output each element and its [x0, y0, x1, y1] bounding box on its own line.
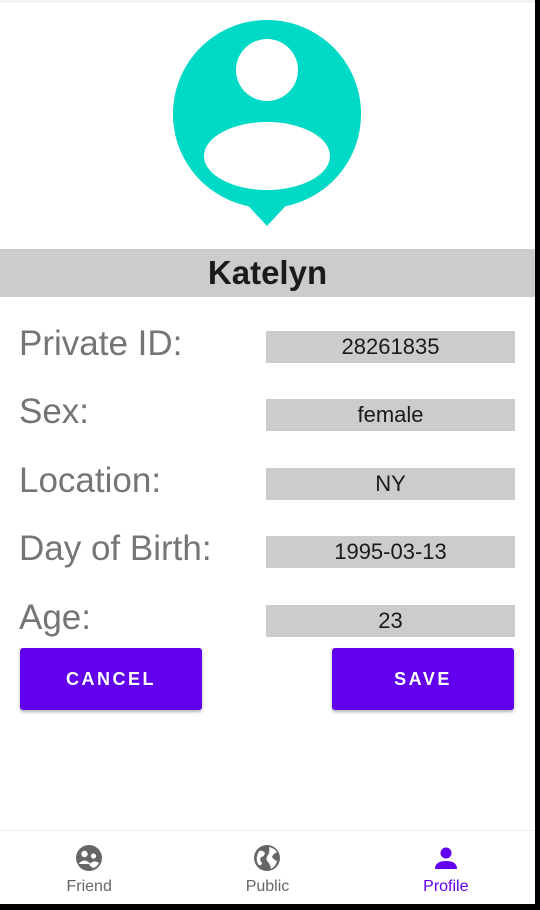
nav-item-profile[interactable]: Profile: [357, 831, 535, 904]
nav-label-profile: Profile: [423, 878, 469, 895]
friends-icon: [76, 845, 103, 871]
private-id-label: Private ID:: [19, 324, 183, 363]
nav-label-friend: Friend: [66, 878, 112, 895]
person-icon: [434, 847, 457, 869]
day-of-birth-value[interactable]: 1995-03-13: [266, 536, 515, 568]
nav-label-public: Public: [245, 878, 290, 895]
location-value[interactable]: NY: [266, 468, 515, 500]
top-strip: [0, 0, 535, 3]
profile-screen: Katelyn Private ID: 28261835 Sex: female…: [0, 0, 535, 904]
profile-name-bar: Katelyn: [0, 249, 535, 297]
location-label: Location:: [19, 461, 162, 500]
sex-label: Sex:: [19, 392, 90, 431]
cancel-button[interactable]: CANCEL: [20, 648, 202, 710]
globe-icon: [254, 845, 281, 871]
profile-name: Katelyn: [207, 254, 328, 291]
bottom-navigation: Friend Public Profile: [0, 830, 535, 904]
save-button[interactable]: SAVE: [332, 648, 514, 710]
age-value[interactable]: 23: [266, 605, 515, 637]
user-location-pin-icon: [172, 19, 362, 226]
nav-item-friend[interactable]: Friend: [0, 831, 178, 904]
day-of-birth-label: Day of Birth:: [19, 529, 212, 568]
sex-value[interactable]: female: [266, 399, 515, 431]
age-label: Age:: [19, 598, 91, 637]
private-id-value[interactable]: 28261835: [266, 331, 515, 363]
nav-item-public[interactable]: Public: [178, 831, 356, 904]
